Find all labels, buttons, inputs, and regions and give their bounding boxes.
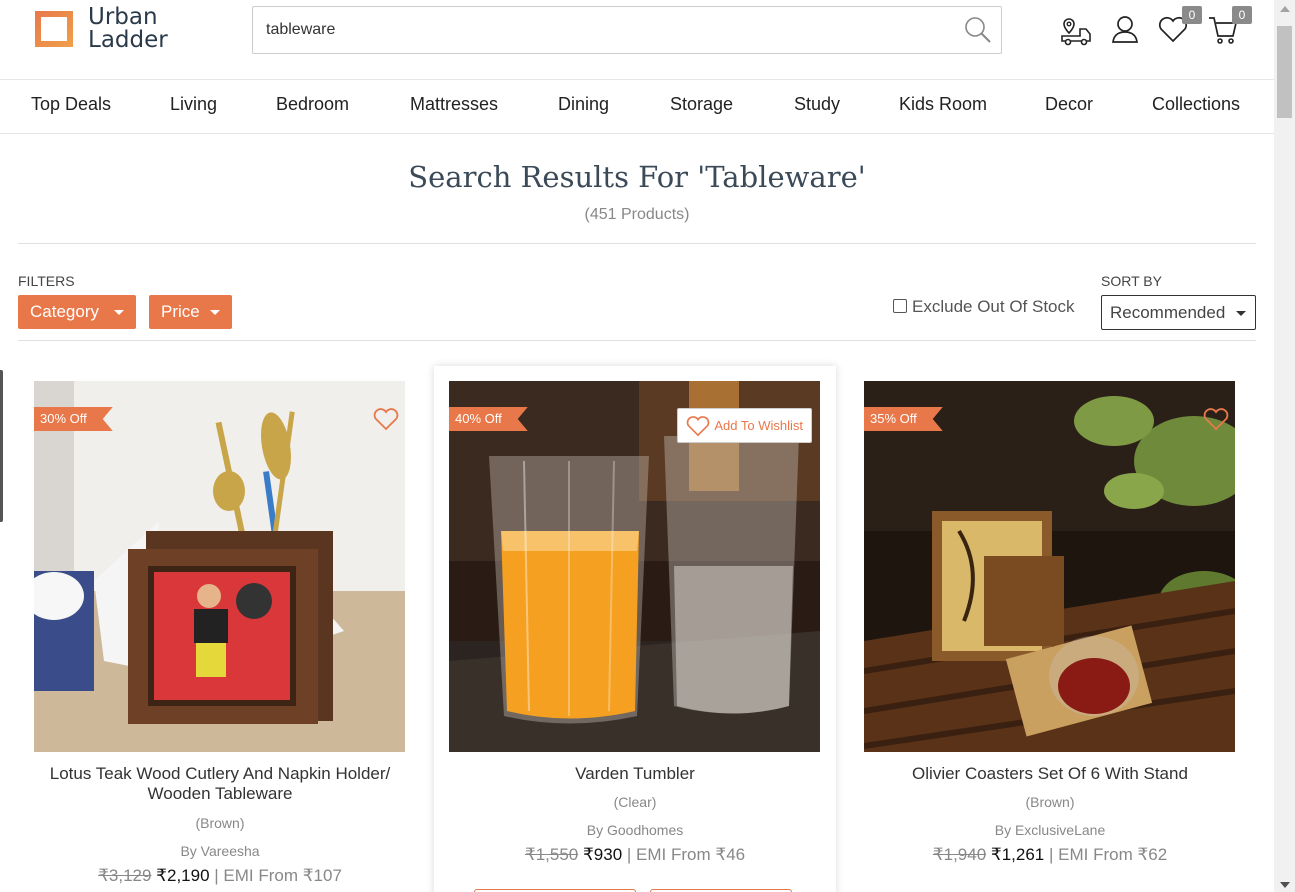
product-variant: (Brown) [195, 815, 245, 831]
urban-ladder-logo[interactable]: Urban Ladder [32, 6, 202, 56]
chevron-down-icon [1236, 311, 1246, 316]
sort-by-label: SORT BY [1101, 273, 1162, 289]
sale-price: ₹2,190 [156, 866, 210, 885]
product-image[interactable]: 35% Off [864, 381, 1235, 752]
nav-living[interactable]: Living [170, 94, 217, 115]
product-name[interactable]: Olivier Coasters Set Of 6 With Stand [869, 764, 1231, 784]
nav-storage[interactable]: Storage [670, 94, 733, 115]
divider [18, 340, 1256, 341]
sort-select[interactable]: Recommended [1101, 295, 1256, 330]
sort-selected-value: Recommended [1110, 303, 1226, 322]
exclude-out-of-stock-label: Exclude Out Of Stock [912, 297, 1075, 316]
price-filter-label: Price [161, 302, 200, 321]
discount-tag: 40% Off [449, 407, 528, 431]
product-card[interactable]: 35% Off Olivier Coasters Set Of 6 With S… [849, 366, 1251, 892]
emi-text: | EMI From ₹107 [214, 866, 342, 885]
product-brand: By Goodhomes [586, 822, 684, 838]
results-count: (451 Products) [584, 206, 690, 223]
product-brand: By Vareesha [180, 843, 260, 859]
product-price: ₹3,129 ₹2,190 | EMI From ₹107 [19, 866, 421, 886]
nav-top-deals[interactable]: Top Deals [31, 94, 111, 115]
nav-dining[interactable]: Dining [558, 94, 609, 115]
original-price: ₹1,550 [524, 845, 579, 864]
product-card[interactable]: 30% Off Lotus Teak Wood Cutlery And Napk… [19, 366, 421, 892]
scroll-up-arrow-icon[interactable] [1280, 6, 1290, 12]
category-nav: Top Deals Living Bedroom Mattresses Dini… [0, 80, 1274, 134]
product-card[interactable]: 40% Off Add To Wishlist Varden Tumbler (… [434, 366, 836, 892]
discount-tag: 30% Off [34, 407, 113, 431]
search-icon[interactable] [963, 15, 993, 45]
page-title: Search Results For 'Tableware' [408, 160, 866, 194]
user-icon[interactable] [1108, 12, 1142, 46]
nav-kids-room[interactable]: Kids Room [899, 94, 987, 115]
divider [18, 243, 1256, 244]
discount-tag: 35% Off [864, 407, 943, 431]
product-name[interactable]: Lotus Teak Wood Cutlery And Napkin Holde… [39, 764, 401, 804]
delivery-truck-icon[interactable] [1058, 12, 1092, 46]
add-to-wishlist-button[interactable]: Add To Wishlist [677, 408, 812, 443]
logo-mark-icon [35, 11, 73, 47]
nav-bedroom[interactable]: Bedroom [276, 94, 349, 115]
exclude-out-of-stock-checkbox[interactable] [893, 299, 907, 313]
wishlist-heart-icon[interactable] [1203, 407, 1229, 431]
nav-study[interactable]: Study [794, 94, 840, 115]
cart-header[interactable]: 0 [1206, 6, 1252, 46]
cart-count-badge: 0 [1232, 6, 1252, 24]
emi-text: | EMI From ₹62 [1048, 845, 1168, 864]
product-variant: (Brown) [1025, 794, 1075, 810]
product-name[interactable]: Varden Tumbler [454, 764, 816, 784]
product-price: ₹1,940 ₹1,261 | EMI From ₹62 [849, 845, 1251, 865]
side-tab[interactable] [0, 370, 3, 522]
category-filter-button[interactable]: Category [18, 295, 136, 329]
search-bar [252, 6, 1002, 54]
nav-collections[interactable]: Collections [1152, 94, 1240, 115]
product-variant: (Clear) [613, 794, 657, 810]
price-filter-button[interactable]: Price [149, 295, 232, 329]
product-image[interactable]: 40% Off Add To Wishlist [449, 381, 820, 752]
wishlist-header[interactable]: 0 [1156, 6, 1202, 46]
logo-line1: Urban [88, 4, 158, 30]
category-filter-label: Category [30, 302, 99, 321]
original-price: ₹3,129 [98, 866, 152, 885]
heart-icon [687, 416, 710, 437]
search-input[interactable] [254, 8, 954, 52]
page-scrollbar[interactable] [1274, 0, 1295, 892]
nav-mattresses[interactable]: Mattresses [410, 94, 498, 115]
scrollbar-thumb[interactable] [1277, 26, 1292, 118]
emi-text: | EMI From ₹46 [626, 845, 746, 864]
chevron-down-icon [114, 310, 124, 315]
chevron-down-icon [210, 310, 220, 315]
wishlist-heart-icon[interactable] [373, 407, 399, 431]
sale-price: ₹1,261 [990, 845, 1045, 864]
wishlist-count-badge: 0 [1182, 6, 1202, 24]
add-to-wishlist-label: Add To Wishlist [714, 418, 803, 433]
logo-line2: Ladder [88, 27, 168, 53]
original-price: ₹1,940 [932, 845, 987, 864]
cutlery-holder-photo [34, 381, 405, 752]
scroll-down-arrow-icon[interactable] [1280, 882, 1290, 888]
nav-decor[interactable]: Decor [1045, 94, 1093, 115]
product-image[interactable]: 30% Off [34, 381, 405, 752]
coasters-photo [864, 381, 1235, 752]
logo-text: Urban Ladder [88, 6, 168, 52]
site-header: Urban Ladder 0 0 [0, 0, 1274, 80]
sale-price: ₹930 [582, 845, 623, 864]
product-brand: By ExclusiveLane [994, 822, 1106, 838]
filters-label: FILTERS [18, 273, 75, 289]
product-price: ₹1,550 ₹930 | EMI From ₹46 [434, 845, 836, 865]
